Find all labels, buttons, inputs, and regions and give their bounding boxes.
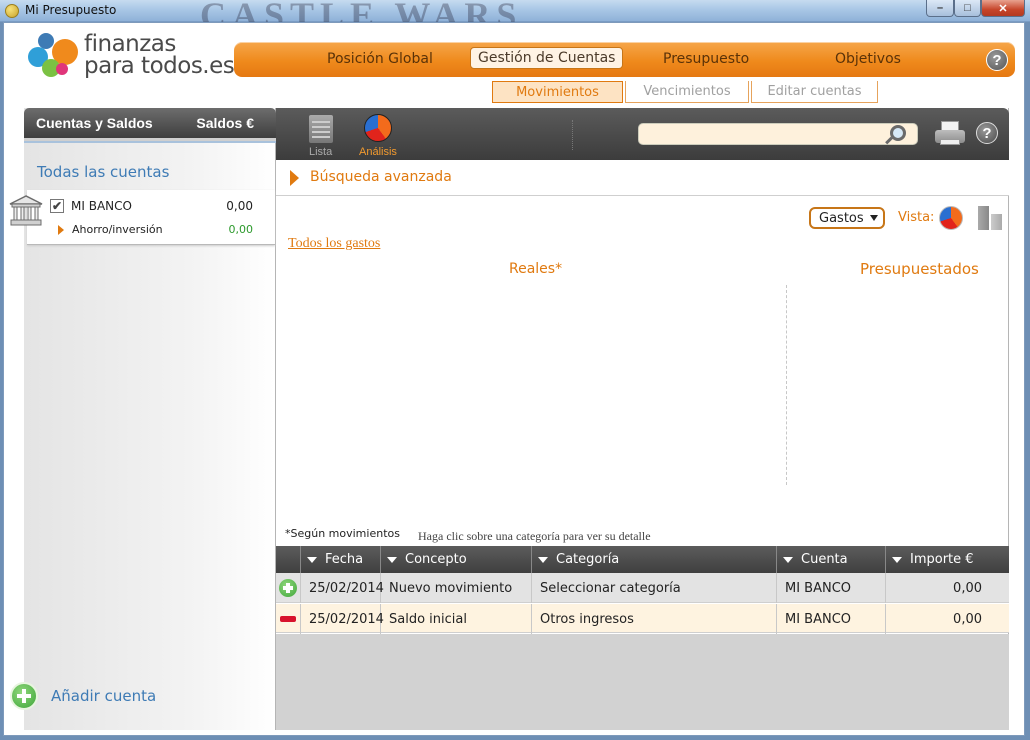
column-header-importe[interactable]: Importe € xyxy=(886,546,1009,573)
cell-importe[interactable]: 0,00 xyxy=(886,573,1009,603)
logo: finanzas para todos.es xyxy=(28,31,238,81)
main-nav: Posición Global Gestión de Cuentas Presu… xyxy=(234,42,1015,77)
close-button[interactable]: ✕ xyxy=(981,0,1025,17)
main-content: Lista Análisis ? Búsqueda avanzada Gasto… xyxy=(276,108,1009,730)
sort-arrow-icon xyxy=(387,556,397,563)
table-row[interactable]: 25/02/2014 Saldo inicial Otros ingresos … xyxy=(276,603,1009,634)
minimize-button[interactable]: – xyxy=(926,0,954,17)
minus-icon[interactable] xyxy=(280,616,296,622)
tab-vencimientos[interactable]: Vencimientos xyxy=(625,81,749,103)
window-titlebar: Mi Presupuesto CASTLE WARS – □ ✕ xyxy=(0,0,1030,22)
type-select-value: Gastos xyxy=(819,211,864,226)
panel-divider xyxy=(24,138,276,143)
type-select[interactable]: Gastos xyxy=(809,207,885,229)
column-header-cuenta[interactable]: Cuenta xyxy=(777,546,886,573)
pie-chart-view-icon[interactable] xyxy=(939,206,963,230)
tab-movimientos[interactable]: Movimientos xyxy=(492,81,623,103)
advanced-search-arrow-icon[interactable] xyxy=(290,170,299,186)
column-header-fecha[interactable]: Fecha xyxy=(301,546,381,573)
nav-posicion-global[interactable]: Posición Global xyxy=(327,51,433,67)
real-column-title: Reales* xyxy=(509,261,563,277)
toolbar: Lista Análisis ? xyxy=(276,108,1009,160)
nav-presupuesto[interactable]: Presupuesto xyxy=(663,51,749,67)
app-icon xyxy=(5,4,19,18)
account-name[interactable]: MI BANCO xyxy=(71,199,132,213)
sort-arrow-icon xyxy=(783,556,793,563)
cell-fecha[interactable]: 25/02/2014 xyxy=(301,604,384,634)
search-input[interactable] xyxy=(638,123,918,145)
toolbar-help-icon[interactable]: ? xyxy=(976,122,998,144)
bank-icon xyxy=(9,195,43,226)
sort-arrow-icon xyxy=(538,556,548,563)
list-view-button[interactable]: Lista xyxy=(309,146,332,158)
cell-concepto[interactable]: Saldo inicial xyxy=(381,604,532,634)
chart-divider xyxy=(786,285,787,485)
column-header-categoria[interactable]: Categoría xyxy=(532,546,777,573)
analysis-pie-icon[interactable] xyxy=(364,114,392,142)
row-action-cell[interactable] xyxy=(276,604,301,634)
table-empty-area xyxy=(276,634,1009,730)
movements-table: Fecha Concepto Categoría Cuenta Importe … xyxy=(276,546,1009,634)
cell-importe[interactable]: 0,00 xyxy=(886,604,1009,634)
advanced-search-toggle[interactable]: Búsqueda avanzada xyxy=(310,169,452,185)
advanced-search-bar[interactable]: Búsqueda avanzada xyxy=(276,160,1009,196)
all-accounts-link[interactable]: Todas las cuentas xyxy=(37,163,169,181)
cell-fecha[interactable]: 25/02/2014 xyxy=(301,573,384,603)
analysis-view-button[interactable]: Análisis xyxy=(359,146,397,158)
tab-editar-cuentas[interactable]: Editar cuentas xyxy=(751,81,878,103)
app-window: finanzas para todos.es Posición Global G… xyxy=(3,22,1025,736)
account-balance: 0,00 xyxy=(226,199,253,213)
sort-arrow-icon xyxy=(307,556,317,563)
balances-header-title: Saldos € xyxy=(196,115,254,131)
plus-icon[interactable] xyxy=(279,579,297,597)
accounts-header-title: Cuentas y Saldos xyxy=(36,115,153,131)
all-expenses-link[interactable]: Todos los gastos xyxy=(288,236,380,252)
cell-cuenta[interactable]: MI BANCO xyxy=(777,573,886,603)
logo-text-line2: para todos.es xyxy=(84,53,235,79)
account-checkbox[interactable]: ✔ xyxy=(50,199,64,213)
printer-icon[interactable] xyxy=(935,121,965,147)
toolbar-separator xyxy=(572,120,573,150)
row-action-cell[interactable] xyxy=(276,573,301,603)
table-row[interactable]: 25/02/2014 Nuevo movimiento Seleccionar … xyxy=(276,573,1009,603)
window-title: Mi Presupuesto xyxy=(25,3,117,17)
bar-chart-view-icon[interactable] xyxy=(978,206,1004,230)
accounts-panel: Cuentas y Saldos Saldos € Todas las cuen… xyxy=(9,108,276,730)
icon-column-header xyxy=(276,546,301,573)
expand-arrow-icon[interactable] xyxy=(58,225,64,235)
search-icon[interactable] xyxy=(890,125,906,141)
nav-gestion-cuentas[interactable]: Gestión de Cuentas xyxy=(470,47,624,69)
maximize-button[interactable]: □ xyxy=(954,0,981,17)
cell-cuenta[interactable]: MI BANCO xyxy=(777,604,886,634)
sort-arrow-icon xyxy=(892,556,902,563)
cell-concepto[interactable]: Nuevo movimiento xyxy=(381,573,532,603)
add-account-plus-icon[interactable] xyxy=(10,682,38,710)
budgeted-column-title: Presupuestados xyxy=(860,260,979,278)
cell-categoria[interactable]: Otros ingresos xyxy=(532,604,777,634)
column-header-concepto[interactable]: Concepto xyxy=(381,546,532,573)
vista-label: Vista: xyxy=(898,210,935,225)
nav-objetivos[interactable]: Objetivos xyxy=(835,51,901,67)
accounts-panel-header: Cuentas y Saldos Saldos € xyxy=(24,108,276,138)
cell-categoria[interactable]: Seleccionar categoría xyxy=(532,573,777,603)
chevron-down-icon xyxy=(870,215,878,221)
subaccount-name[interactable]: Ahorro/inversión xyxy=(72,223,163,236)
table-header: Fecha Concepto Categoría Cuenta Importe … xyxy=(276,546,1009,573)
category-hint: Haga clic sobre una categoría para ver s… xyxy=(418,529,651,543)
add-account-button[interactable]: Añadir cuenta xyxy=(51,687,156,705)
sub-tabs: Movimientos Vencimientos Editar cuentas xyxy=(492,81,880,103)
list-view-icon[interactable] xyxy=(309,115,333,143)
titlebar-background-banner: CASTLE WARS xyxy=(200,0,523,22)
logo-icon xyxy=(28,33,78,79)
footnote: *Según movimientos xyxy=(285,527,400,540)
help-icon[interactable]: ? xyxy=(986,49,1008,71)
subaccount-balance: 0,00 xyxy=(228,223,254,236)
